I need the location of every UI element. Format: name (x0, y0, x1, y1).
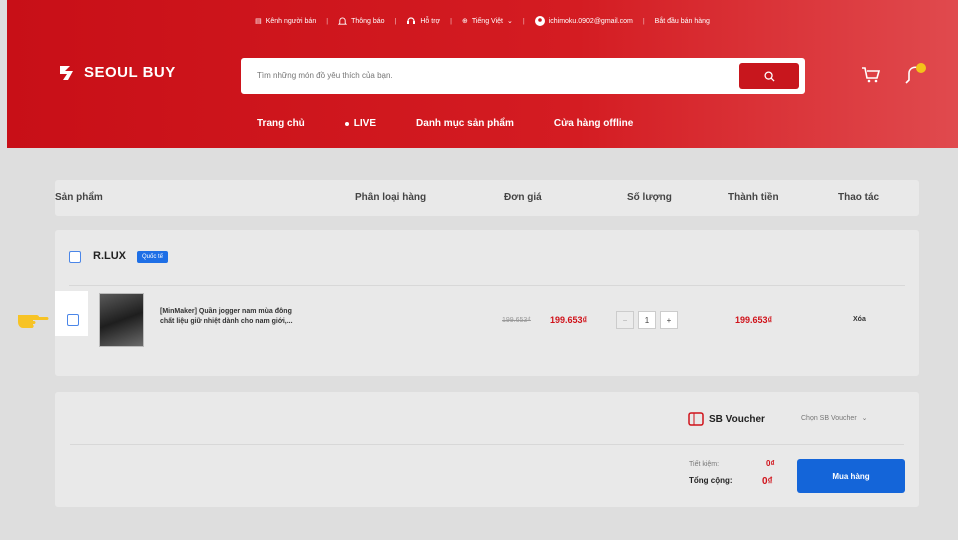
shop-select-checkbox[interactable] (69, 251, 81, 263)
store-icon: ▤ (255, 18, 262, 25)
account-link[interactable]: ichimoku.0902@gmail.com (534, 16, 633, 26)
quantity-stepper: − 1 + (616, 311, 678, 329)
voucher-ticket-icon (688, 412, 704, 426)
col-quantity: Số lượng (627, 192, 672, 203)
notifications-link[interactable]: Thông báo (338, 16, 385, 26)
search-input[interactable] (257, 71, 727, 80)
quantity-input[interactable]: 1 (638, 311, 656, 329)
international-badge: Quốc tế (137, 251, 169, 263)
checkout-button[interactable]: Mua hàng (797, 459, 905, 493)
search-button[interactable] (739, 63, 799, 89)
pointing-hand-icon (18, 315, 49, 328)
seller-channel-link[interactable]: ▤ Kênh người bán (255, 17, 316, 26)
divider: | (522, 17, 525, 25)
chevron-down-icon: ⌄ (861, 415, 868, 422)
nav-home[interactable]: Trang chủ (257, 118, 305, 129)
grand-total-label: Tổng cộng: (689, 476, 733, 485)
voucher-select[interactable]: Chọn SB Voucher ⌄ (801, 414, 868, 423)
item-select-checkbox[interactable] (67, 314, 79, 326)
increase-quantity-button[interactable]: + (660, 311, 678, 329)
nav-categories[interactable]: Danh mục sản phẩm (416, 118, 514, 129)
support-link[interactable]: Hỗ trợ (406, 16, 440, 26)
sb-voucher: SB Voucher (688, 412, 765, 426)
bell-icon (338, 16, 348, 25)
col-variant: Phân loại hàng (355, 192, 427, 203)
nav-offline-store[interactable]: Cửa hàng offline (554, 118, 633, 129)
headset-icon (407, 17, 416, 24)
product-thumbnail[interactable] (99, 293, 144, 347)
cart-icon[interactable] (861, 66, 881, 84)
divider: | (450, 17, 452, 25)
sale-price: 199.653₫ (550, 315, 588, 325)
brand-name: SEOUL BUY (84, 64, 176, 81)
search-icon (763, 70, 775, 82)
divider (70, 444, 904, 445)
chevron-down-icon: ⌄ (506, 18, 513, 25)
search-bar (241, 58, 805, 94)
main-nav: Trang chủ LIVE Danh mục sản phẩm Cửa hàn… (257, 118, 633, 129)
logo-mark-icon (60, 65, 73, 80)
delete-item-button[interactable]: Xóa (853, 316, 866, 323)
col-unit-price: Đơn giá (504, 192, 542, 203)
nav-live[interactable]: LIVE (344, 118, 376, 129)
divider (69, 285, 905, 286)
savings-label: Tiết kiệm: (689, 461, 720, 468)
shop-name[interactable]: R.LUX (93, 250, 126, 262)
divider: | (394, 17, 397, 25)
original-price: 199.653₫ (502, 317, 531, 324)
language-select[interactable]: ⊕ Tiếng Việt ⌄ (461, 17, 513, 26)
cart-footer (55, 392, 919, 507)
savings-value: 0₫ (766, 459, 775, 468)
notification-bell-icon[interactable] (900, 61, 928, 87)
live-dot-icon (344, 121, 349, 126)
decrease-quantity-button[interactable]: − (616, 311, 634, 329)
grand-total-value: 0₫ (762, 476, 773, 487)
shop-group: R.LUX Quốc tế (55, 230, 919, 376)
product-name[interactable]: [MinMaker] Quần jogger nam mùa đông chất… (160, 307, 360, 327)
item-total: 199.653₫ (735, 315, 773, 325)
col-subtotal: Thành tiền (728, 192, 779, 203)
divider: | (642, 17, 645, 25)
col-actions: Thao tác (838, 192, 880, 203)
site-header: ▤ Kênh người bán | Thông báo | Hỗ trợ | ⊕… (7, 0, 958, 148)
start-selling-link[interactable]: Bắt đầu bán hàng (655, 18, 710, 25)
cart-table-header: Sản phẩm Phân loại hàng Đơn giá Số lượng… (55, 180, 919, 216)
divider: | (326, 17, 329, 25)
brand-logo[interactable]: SEOUL BUY (59, 64, 176, 81)
user-avatar-icon (534, 16, 545, 26)
col-product: Sản phẩm (55, 192, 103, 203)
top-bar: ▤ Kênh người bán | Thông báo | Hỗ trợ | ⊕… (7, 16, 958, 26)
globe-icon: ⊕ (461, 18, 468, 25)
